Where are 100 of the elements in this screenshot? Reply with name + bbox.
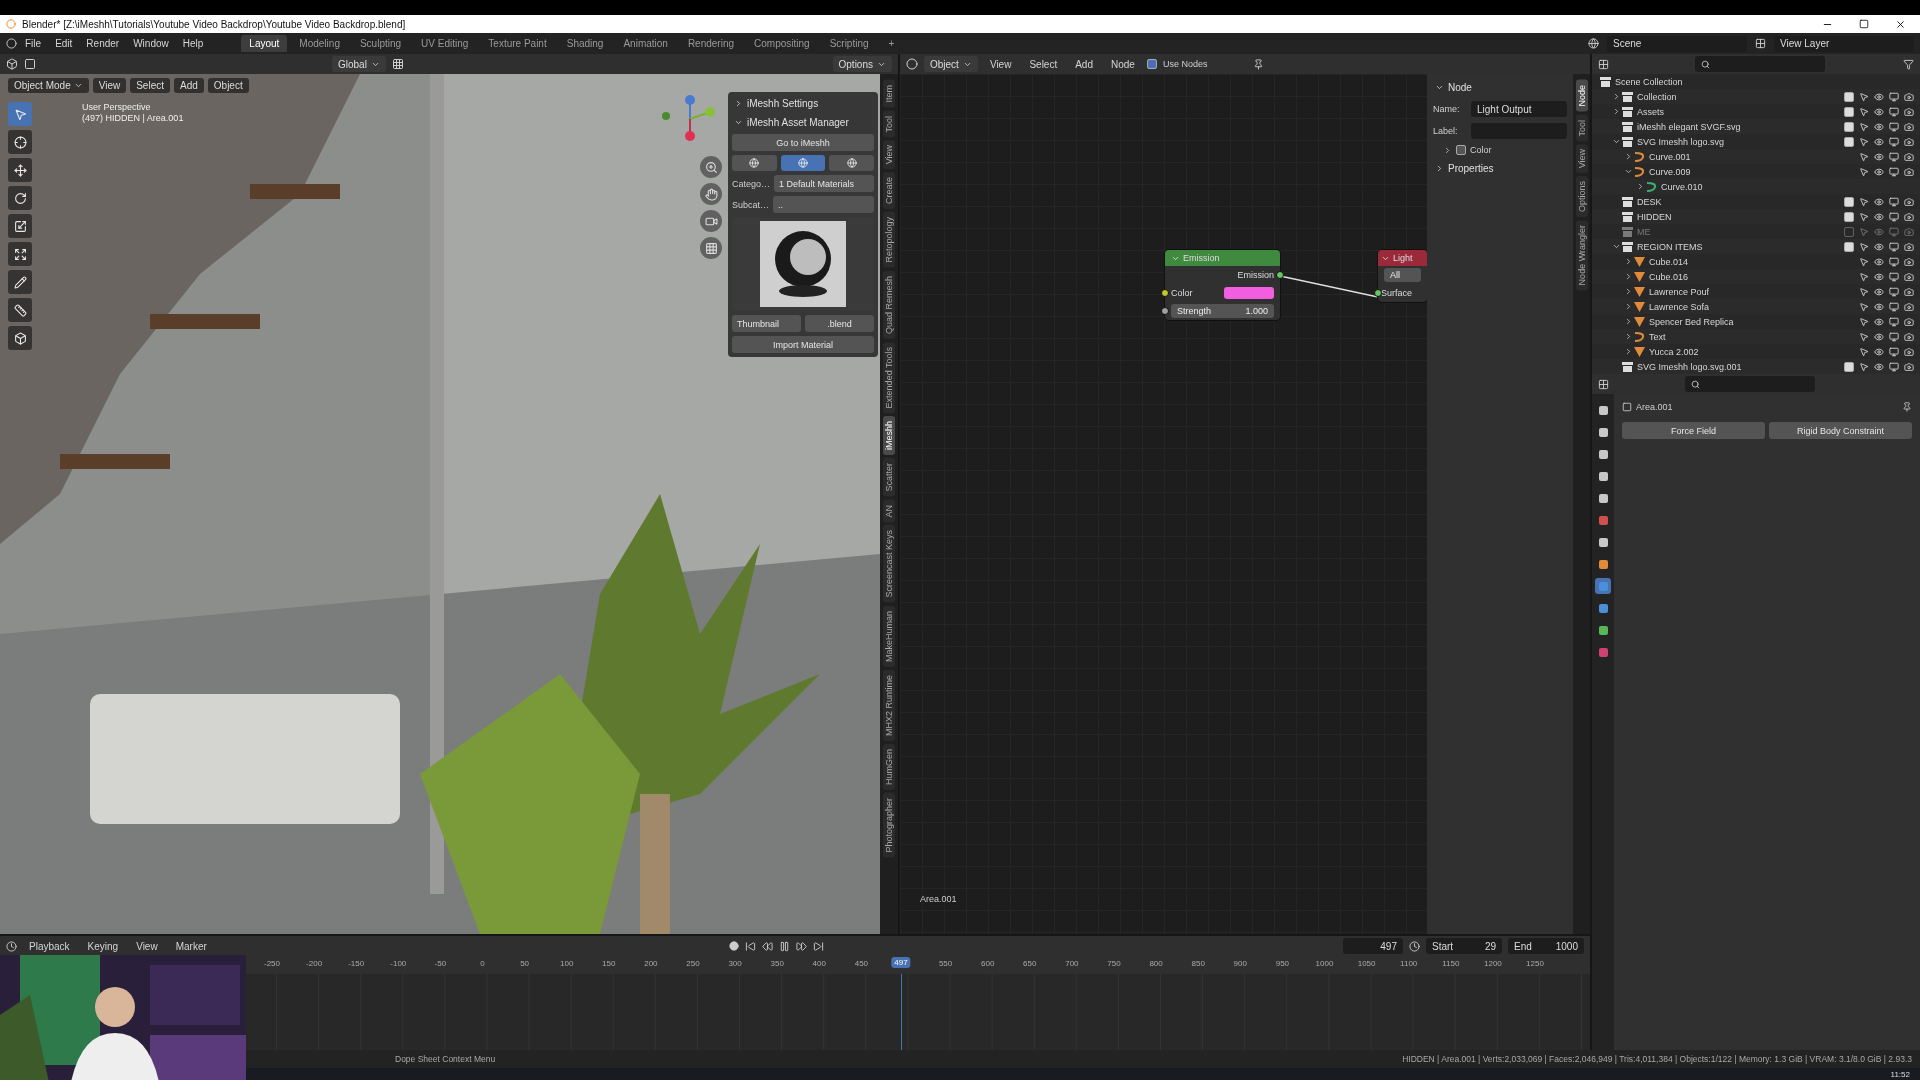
search-field[interactable] xyxy=(1695,56,1825,72)
monitor-icon[interactable] xyxy=(1889,121,1899,132)
eye-icon[interactable] xyxy=(1874,256,1884,267)
camera-icon[interactable] xyxy=(1904,256,1914,267)
select-arrow-icon[interactable] xyxy=(1859,316,1869,327)
workspace-tab[interactable]: Sculpting xyxy=(351,35,410,52)
eye-icon[interactable] xyxy=(1874,301,1884,312)
workspace-tab[interactable]: Texture Paint xyxy=(480,35,555,52)
select-arrow-icon[interactable] xyxy=(1859,106,1869,117)
exclude-checkbox[interactable] xyxy=(1844,241,1854,252)
select-arrow-icon[interactable] xyxy=(1859,241,1869,252)
select-arrow-icon[interactable] xyxy=(1859,166,1869,177)
monitor-icon[interactable] xyxy=(1889,166,1899,177)
sidebar-tab[interactable]: Tool xyxy=(1575,114,1588,142)
sidebar-tab[interactable]: Photographer xyxy=(883,793,895,858)
exclude-checkbox[interactable] xyxy=(1844,136,1854,147)
workspace-tab[interactable]: Layout xyxy=(241,35,288,52)
timeline-menu[interactable]: Keying xyxy=(81,938,125,954)
select-arrow-icon[interactable] xyxy=(1859,286,1869,297)
object-dropdown[interactable]: Object xyxy=(924,56,978,72)
select-box-icon[interactable] xyxy=(24,58,36,70)
rewind-icon[interactable] xyxy=(761,940,773,952)
camera-icon[interactable] xyxy=(1904,346,1914,357)
exclude-checkbox[interactable] xyxy=(1844,196,1854,207)
eye-icon[interactable] xyxy=(1874,331,1884,342)
sidebar-tab[interactable]: Screencast Keys xyxy=(883,525,895,603)
output-socket[interactable] xyxy=(1276,271,1284,279)
select-arrow-icon[interactable] xyxy=(1859,331,1869,342)
eye-icon[interactable] xyxy=(1874,316,1884,327)
node-menu[interactable]: Node xyxy=(1105,56,1141,72)
monitor-icon[interactable] xyxy=(1889,271,1899,282)
camera-icon[interactable] xyxy=(1904,166,1914,177)
timeline-menu[interactable]: Playback xyxy=(23,938,76,954)
view-layer-icon[interactable] xyxy=(1755,38,1766,49)
orientation-dropdown[interactable]: Global xyxy=(332,56,386,72)
jump-end-icon[interactable] xyxy=(812,940,824,952)
exclude-checkbox[interactable] xyxy=(1844,91,1854,102)
exclude-checkbox[interactable] xyxy=(1844,106,1854,117)
select-arrow-icon[interactable] xyxy=(1859,256,1869,267)
monitor-icon[interactable] xyxy=(1889,211,1899,222)
camera-icon[interactable] xyxy=(1904,151,1914,162)
sidebar-tab[interactable]: Node Wrangler xyxy=(1575,220,1588,291)
eye-icon[interactable] xyxy=(1874,121,1884,132)
camera-icon[interactable] xyxy=(1904,121,1914,132)
use-nodes-checkbox[interactable] xyxy=(1146,59,1157,69)
input-socket[interactable] xyxy=(1374,289,1382,297)
sidebar-tab[interactable]: Create xyxy=(883,172,895,210)
workspace-tab[interactable]: Modeling xyxy=(291,35,348,52)
eye-icon[interactable] xyxy=(1874,136,1884,147)
scene-field[interactable]: Scene xyxy=(1607,35,1747,52)
workspace-tab[interactable]: Rendering xyxy=(679,35,743,52)
eye-icon[interactable] xyxy=(1874,271,1884,282)
exclude-checkbox[interactable] xyxy=(1844,121,1854,132)
monitor-icon[interactable] xyxy=(1889,286,1899,297)
camera-icon[interactable] xyxy=(1904,91,1914,102)
sidebar-tab[interactable]: AN xyxy=(883,499,895,523)
sidebar-tab[interactable]: View xyxy=(1575,144,1588,174)
eye-icon[interactable] xyxy=(1874,241,1884,252)
select-arrow-icon[interactable] xyxy=(1859,136,1869,147)
start-field[interactable]: Start 29 xyxy=(1426,938,1502,954)
sidebar-tab[interactable]: Scatter xyxy=(883,458,895,497)
input-socket[interactable] xyxy=(1161,307,1169,315)
monitor-icon[interactable] xyxy=(1889,91,1899,102)
monitor-icon[interactable] xyxy=(1889,316,1899,327)
eye-icon[interactable] xyxy=(1874,106,1884,117)
section-label[interactable]: Color xyxy=(1470,145,1492,155)
camera-icon[interactable] xyxy=(1904,316,1914,327)
eye-icon[interactable] xyxy=(1874,91,1884,102)
sidebar-tab[interactable]: Tool xyxy=(883,110,895,138)
eye-icon[interactable] xyxy=(1874,211,1884,222)
pin-icon[interactable] xyxy=(1253,58,1265,70)
sidebar-tab[interactable]: HumGen xyxy=(883,744,895,791)
sidebar-tab[interactable]: Retopology xyxy=(883,212,895,268)
select-arrow-icon[interactable] xyxy=(1859,301,1869,312)
menu-item[interactable]: Help xyxy=(176,36,210,51)
node-menu[interactable]: View xyxy=(983,56,1018,72)
select-arrow-icon[interactable] xyxy=(1859,361,1869,372)
camera-icon[interactable] xyxy=(1904,361,1914,372)
search-field[interactable] xyxy=(1685,376,1815,392)
camera-icon[interactable] xyxy=(1904,106,1914,117)
select-arrow-icon[interactable] xyxy=(1859,211,1869,222)
menu-item[interactable]: Render xyxy=(80,36,126,51)
sidebar-tab[interactable]: View xyxy=(883,140,895,170)
panel-header[interactable]: Properties xyxy=(1433,161,1567,176)
monitor-icon[interactable] xyxy=(1889,301,1899,312)
scene-icon[interactable] xyxy=(1588,38,1599,49)
name-field[interactable]: Light Output xyxy=(1471,101,1567,117)
node-menu[interactable]: Select xyxy=(1023,56,1064,72)
monitor-icon[interactable] xyxy=(1889,136,1899,147)
sidebar-tab[interactable]: Options xyxy=(1575,176,1588,218)
workspace-tab[interactable]: Compositing xyxy=(746,35,818,52)
frame-field[interactable]: 497 xyxy=(1343,938,1403,954)
select-arrow-icon[interactable] xyxy=(1859,196,1869,207)
menu-item[interactable]: File xyxy=(19,36,48,51)
select-arrow-icon[interactable] xyxy=(1859,346,1869,357)
menu-item[interactable]: Edit xyxy=(49,36,79,51)
sidebar-tab[interactable]: MHX2 Runtime xyxy=(883,670,895,741)
record-icon[interactable] xyxy=(728,941,739,951)
snap-icon[interactable] xyxy=(391,58,404,70)
timeline-menu[interactable]: View xyxy=(130,938,164,954)
